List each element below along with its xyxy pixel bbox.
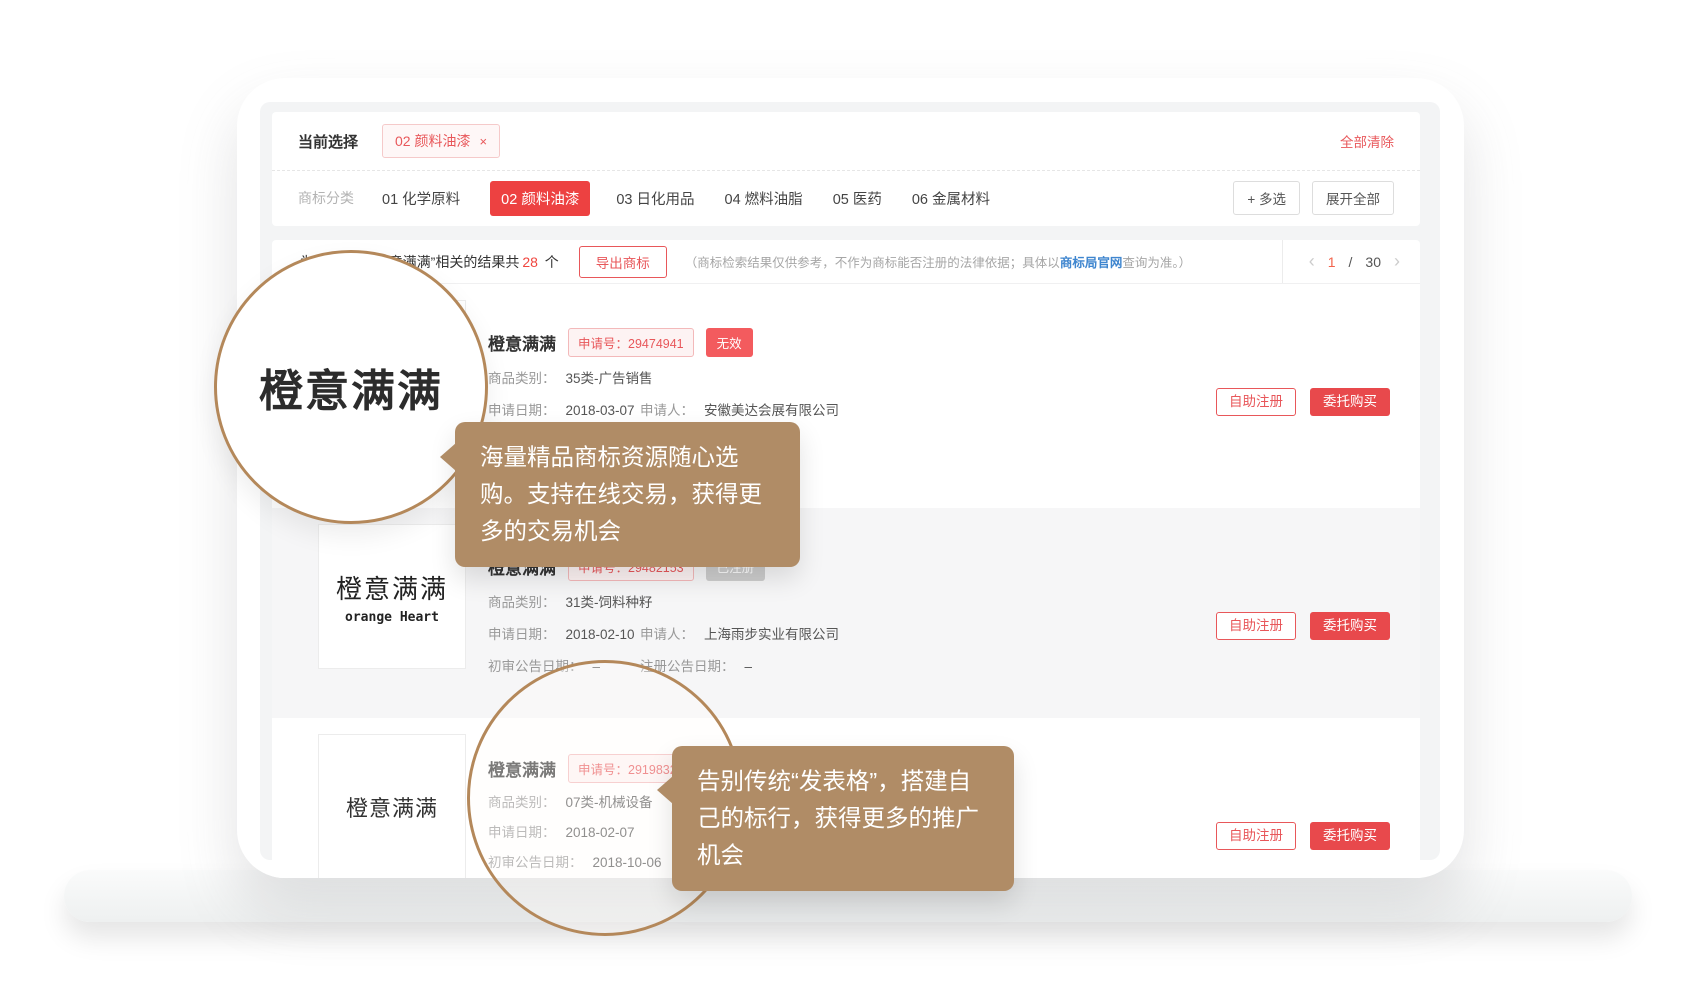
multi-select-button[interactable]: + 多选: [1233, 181, 1300, 215]
row-1-apply-date-label: 申请日期：: [488, 403, 556, 418]
filter-card: 当前选择 02 颜料油漆 × 全部清除 商标分类 01 化学原料 02 颜料油漆…: [272, 112, 1420, 226]
tooltip-promotion: 告别传统“发表格”，搭建自己的标行，获得更多的推广机会: [672, 746, 1014, 891]
row-1-applicant-value: 安徽美达会展有限公司: [704, 403, 839, 418]
result-row-2: 橙意满满 orange Heart 橙意满满 申请号：29482153 已注册 …: [272, 508, 1420, 718]
tag-close-icon[interactable]: ×: [479, 134, 487, 149]
results-count-number: 28: [522, 254, 538, 270]
results-disclaimer: （商标检索结果仅供参考，不作为商标能否注册的法律依据；具体以商标局官网查询为准。…: [685, 252, 1282, 271]
page-current: 1: [1328, 254, 1336, 270]
row-2-applicant-label: 申请人：: [640, 627, 694, 642]
expand-all-button[interactable]: 展开全部: [1312, 181, 1394, 215]
page-total: 30: [1365, 254, 1381, 270]
magnifier-circle-1: 橙意满满: [214, 250, 488, 524]
tab-06-metal[interactable]: 06 金属材料: [912, 188, 990, 209]
trademark-image-2-subtext: orange Heart: [345, 610, 439, 625]
tab-04-fuel[interactable]: 04 燃料油脂: [725, 188, 803, 209]
trademark-image-2-text: 橙意满满: [336, 569, 448, 606]
results-header: 为您检索到“橙意满满”相关的结果共28 个 导出商标 （商标检索结果仅供参考，不…: [272, 240, 1420, 284]
row-3-entrust-purchase-button[interactable]: 委托购买: [1310, 822, 1390, 850]
clear-all-link[interactable]: 全部清除: [1340, 131, 1394, 151]
export-trademark-button[interactable]: 导出商标: [579, 246, 667, 278]
row-2-category-value: 31类-饲料种籽: [566, 595, 653, 610]
row-1-status-badge: 无效: [706, 328, 753, 357]
trademark-office-link[interactable]: 商标局官网: [1060, 256, 1123, 270]
row-2-apply-date-value: 2018-02-10: [566, 627, 635, 642]
tab-02-paint-active[interactable]: 02 颜料油漆: [490, 181, 590, 216]
trademark-image-3[interactable]: 橙意满满: [318, 734, 466, 878]
page-separator: /: [1349, 254, 1353, 270]
disclaimer-suffix: 查询为准。）: [1122, 256, 1191, 270]
current-selection-row: 当前选择 02 颜料油漆 × 全部清除: [272, 112, 1420, 171]
category-label: 商标分类: [298, 188, 354, 208]
results-count-unit: 个: [545, 254, 559, 270]
row-1-application-number: 申请号：29474941: [568, 328, 694, 357]
row-1-category-value: 35类-广告销售: [566, 371, 653, 386]
disclaimer-prefix: （商标检索结果仅供参考，不作为商标能否注册的法律依据；具体以: [685, 256, 1060, 270]
row-1-name: 橙意满满: [488, 330, 556, 355]
row-2-category-label: 商品类别：: [488, 595, 556, 610]
current-selection-label: 当前选择: [298, 131, 358, 152]
row-1-self-register-button[interactable]: 自助注册: [1216, 388, 1296, 416]
page: 当前选择 02 颜料油漆 × 全部清除 商标分类 01 化学原料 02 颜料油漆…: [0, 0, 1696, 1002]
tooltip-marketplace: 海量精品商标资源随心选购。支持在线交易，获得更多的交易机会: [455, 422, 800, 567]
row-1-category-label: 商品类别：: [488, 371, 556, 386]
tab-05-medicine[interactable]: 05 医药: [833, 188, 882, 209]
selected-filter-tag-text: 02 颜料油漆: [395, 131, 470, 151]
category-row: 商标分类 01 化学原料 02 颜料油漆 03 日化用品 04 燃料油脂 05 …: [272, 171, 1420, 225]
row-2-reg-publication-value: –: [745, 659, 753, 674]
row-1-entrust-purchase-button[interactable]: 委托购买: [1310, 388, 1390, 416]
tab-01-chemical[interactable]: 01 化学原料: [382, 188, 460, 209]
tab-03-daily[interactable]: 03 日化用品: [616, 188, 694, 209]
row-2-applicant-value: 上海雨步实业有限公司: [704, 627, 839, 642]
row-2-self-register-button[interactable]: 自助注册: [1216, 612, 1296, 640]
row-2-entrust-purchase-button[interactable]: 委托购买: [1310, 612, 1390, 640]
row-3-self-register-button[interactable]: 自助注册: [1216, 822, 1296, 850]
row-1-applicant-label: 申请人：: [640, 403, 694, 418]
selected-filter-tag[interactable]: 02 颜料油漆 ×: [382, 124, 500, 158]
row-2-apply-date-label: 申请日期：: [488, 627, 556, 642]
row-1-apply-date-value: 2018-03-07: [566, 403, 635, 418]
page-next-icon[interactable]: ›: [1394, 251, 1400, 272]
trademark-image-2[interactable]: 橙意满满 orange Heart: [318, 524, 466, 669]
magnified-trademark-text: 橙意满满: [259, 355, 443, 419]
page-prev-icon[interactable]: ‹: [1309, 251, 1315, 272]
pagination: ‹ 1 / 30 ›: [1282, 240, 1420, 283]
trademark-image-3-text: 橙意满满: [346, 791, 438, 823]
